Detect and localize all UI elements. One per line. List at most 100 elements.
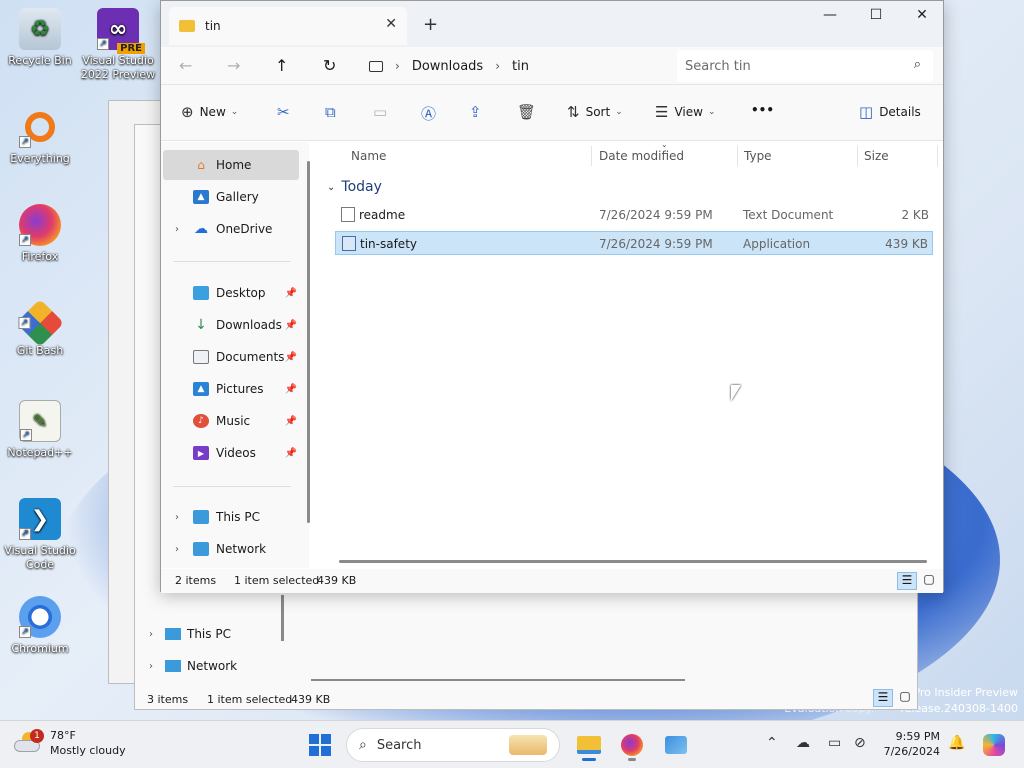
tab-tin[interactable]: tin ✕ [169,7,407,45]
details-view-button[interactable]: ☰ [897,572,917,590]
title-bar[interactable]: tin ✕ + — ☐ ✕ [161,1,943,47]
maximize-button[interactable]: ☐ [853,7,899,27]
clock[interactable]: 9:59 PM 7/26/2024 [880,729,940,759]
search-input[interactable] [685,58,895,74]
rename-button[interactable]: Ⓐ [421,103,442,124]
new-button[interactable]: ⊕ New ⌄ [181,103,238,121]
desktop-icon-firefox[interactable]: ↗ Firefox [0,204,80,264]
bg-sidebar-network[interactable]: › Network [149,659,237,673]
copilot-button[interactable] [978,729,1010,761]
breadcrumb-downloads[interactable]: Downloads [412,59,483,74]
sidebar-item-music[interactable]: ♪ Music 📌 [163,406,299,436]
pictures-icon: ▲ [193,382,209,396]
clock-date: 7/26/2024 [883,745,940,758]
chevron-right-icon[interactable]: › [175,512,179,523]
close-window-button[interactable]: ✕ [899,7,945,27]
desktop-icon-recycle-bin[interactable]: ♻ Recycle Bin [0,8,80,68]
up-button[interactable]: ↑ [275,56,288,75]
paste-button[interactable]: ▭ [373,103,393,121]
sidebar-item-onedrive[interactable]: › ☁ OneDrive [163,214,299,244]
desktop-icon-chromium[interactable]: ↗ Chromium [0,596,80,656]
taskbar-file-explorer[interactable] [573,729,605,761]
desktop-icon-git-bash[interactable]: ↗ Git Bash [0,298,80,358]
onedrive-offline-icon[interactable]: ☁ [796,735,810,751]
download-icon: ↓ [195,317,207,333]
file-row-readme[interactable]: readme 7/26/2024 9:59 PM Text Document 2… [335,203,933,227]
column-separator [737,146,738,166]
sidebar-item-home[interactable]: ⌂ Home [163,150,299,180]
start-button[interactable] [309,734,331,756]
sidebar-item-documents[interactable]: Documents 📌 [163,342,299,372]
cut-button[interactable]: ✂ [277,103,296,121]
notification-bell-icon[interactable]: 🔔 [948,735,965,751]
column-separator [857,146,858,166]
display-icon[interactable]: ▭ [828,735,841,751]
forward-button[interactable]: → [227,56,240,75]
copy-button[interactable]: ⧉ [325,103,342,121]
sidebar-item-downloads[interactable]: ↓ Downloads 📌 [163,310,299,340]
search-box[interactable]: ⌕ [677,50,933,82]
new-tab-button[interactable]: + [423,14,438,35]
sidebar-item-gallery[interactable]: ▲ Gallery [163,182,299,212]
sidebar-scrollbar[interactable] [307,161,310,523]
pin-icon[interactable]: 📌 [285,448,297,459]
shortcut-arrow-icon: ↗ [19,626,31,638]
shortcut-arrow-icon: ↗ [97,38,109,50]
sidebar-item-network[interactable]: › Network [163,534,299,564]
refresh-button[interactable]: ↻ [323,56,336,75]
breadcrumb-tin[interactable]: tin [512,59,529,74]
taskbar-firefox[interactable] [616,729,648,761]
delete-button[interactable]: 🗑 [517,103,542,121]
chromium-icon: ↗ [19,596,61,638]
pin-icon[interactable]: 📌 [285,416,297,427]
file-explorer-window[interactable]: tin ✕ + — ☐ ✕ ← → ↑ ↻ › Downloads › tin … [160,0,944,593]
details-pane-button[interactable]: ◫ Details [859,103,921,121]
minimize-button[interactable]: — [807,7,853,27]
group-header-today[interactable]: ⌄ Today [327,179,382,195]
desktop-icon-visual-studio-preview[interactable]: ∞ PRE ↗ Visual Studio 2022 Preview [78,8,158,82]
pin-icon[interactable]: 📌 [285,320,297,331]
file-row-tin-safety[interactable]: tin-safety 7/26/2024 9:59 PM Application… [335,231,933,255]
share-button[interactable]: ⇪ [469,103,488,121]
column-date-modified[interactable]: Date modified [599,149,684,163]
chevron-right-icon[interactable]: › [175,544,179,555]
column-name[interactable]: Name [351,149,386,163]
clock-time: 9:59 PM [895,730,940,743]
bg-sidebar-this-pc[interactable]: › This PC [149,627,231,641]
chevron-down-icon: ⌄ [327,181,336,193]
taskbar-search[interactable]: ⌕ Search [346,728,560,762]
pin-icon[interactable]: 📌 [285,384,297,395]
close-tab-icon[interactable]: ✕ [385,16,397,32]
sort-button[interactable]: ⇅ Sort ⌄ [567,103,623,121]
sidebar-item-pictures[interactable]: ▲ Pictures 📌 [163,374,299,404]
recycle-bin-icon: ♻ [19,8,61,50]
breadcrumb[interactable]: › Downloads › tin [369,50,659,82]
desktop-icon-vscode[interactable]: ❯ ↗ Visual Studio Code [0,498,80,572]
pin-icon[interactable]: 📌 [285,288,297,299]
taskbar-paint-app[interactable] [660,729,692,761]
column-size[interactable]: Size [864,149,889,163]
bg-vscroll[interactable] [281,595,284,641]
desktop-icon-everything[interactable]: ↗ Everything [0,106,80,166]
weather-widget[interactable]: 1 78°F Mostly cloudy [14,728,126,758]
desktop-icon-notepadpp[interactable]: ✎ ↗ Notepad++ [0,400,80,460]
bg-details-view-button[interactable]: ☰ [873,689,893,707]
copy-icon: ⧉ [325,103,336,121]
column-type[interactable]: Type [744,149,772,163]
show-hidden-icons-button[interactable]: ⌃ [766,735,778,751]
horizontal-scrollbar[interactable] [339,560,927,563]
sidebar-item-desktop[interactable]: Desktop 📌 [163,278,299,308]
view-button[interactable]: ☰ View ⌄ [655,103,715,121]
network-status-icon[interactable]: ⊘ [854,735,866,751]
status-item-count: 2 items [175,574,217,587]
tiles-view-button[interactable]: ▢ [919,572,939,590]
sidebar-item-this-pc[interactable]: › This PC [163,502,299,532]
sidebar-item-videos[interactable]: ▶ Videos 📌 [163,438,299,468]
back-button[interactable]: ← [179,56,192,75]
bg-hscroll[interactable] [311,679,685,681]
bg-tiles-view-button[interactable]: ▢ [895,689,915,707]
more-options-button[interactable]: ••• [751,103,774,117]
pin-icon[interactable]: 📌 [285,352,297,363]
everything-magnifier-icon: ↗ [19,106,61,148]
chevron-right-icon[interactable]: › [175,224,179,235]
